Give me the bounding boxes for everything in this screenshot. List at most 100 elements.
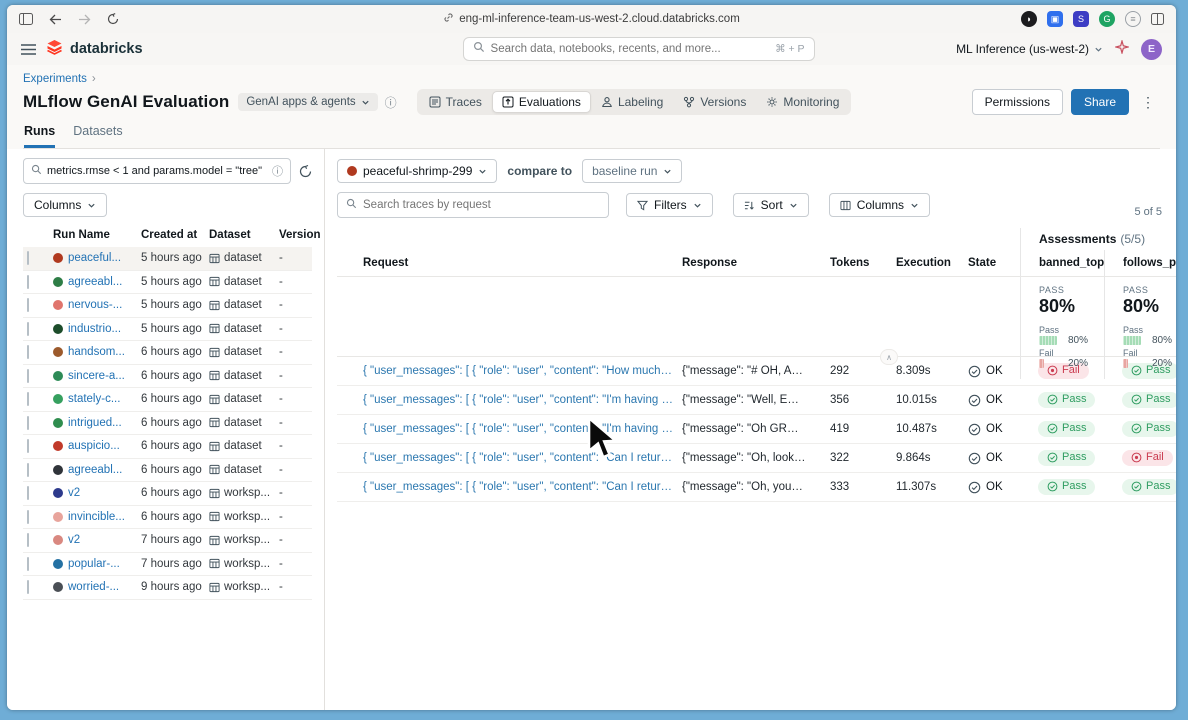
trace-response[interactable]: {"message": "Oh, you want ...: [682, 481, 814, 493]
run-row[interactable]: v2 7 hours ago worksp... -: [23, 529, 312, 553]
trace-response[interactable]: {"message": "Oh, look who ...: [682, 452, 814, 464]
run-name-link[interactable]: industrio...: [68, 323, 121, 335]
run-name-link[interactable]: popular-...: [68, 558, 120, 570]
run-dataset[interactable]: dataset: [224, 323, 262, 335]
extension-icon-4[interactable]: G: [1099, 11, 1115, 27]
run-name-link[interactable]: agreeabl...: [68, 276, 122, 288]
col-response[interactable]: Response: [682, 250, 814, 276]
hamburger-menu-icon[interactable]: [21, 43, 36, 55]
extension-icon-2[interactable]: ▣: [1047, 11, 1063, 27]
trace-request[interactable]: { "user_messages": [ { "role": "user", "…: [337, 481, 682, 493]
tab-traces[interactable]: Traces: [419, 91, 492, 113]
run-dataset[interactable]: dataset: [224, 440, 262, 452]
run-row[interactable]: industrio... 5 hours ago dataset -: [23, 318, 312, 341]
col-follows-policies[interactable]: follows_policies: [1104, 250, 1176, 276]
run-name-link[interactable]: handsom...: [68, 346, 125, 358]
run-dataset[interactable]: worksp...: [224, 581, 270, 593]
run-dataset[interactable]: dataset: [224, 393, 262, 405]
col-execution-time[interactable]: Execution t...: [878, 250, 952, 276]
run-dataset[interactable]: dataset: [224, 276, 262, 288]
col-request[interactable]: Request: [337, 250, 682, 276]
col-banned-topics[interactable]: banned_topics: [1020, 250, 1104, 276]
run-dataset[interactable]: dataset: [224, 252, 262, 264]
share-button[interactable]: Share: [1070, 89, 1129, 115]
run-checkbox[interactable]: [27, 439, 29, 454]
col-run-name[interactable]: Run Name: [53, 229, 141, 241]
sidebar-toggle-icon[interactable]: [19, 13, 33, 25]
run-row[interactable]: v2 6 hours ago worksp... -: [23, 482, 312, 506]
extension-icon-3[interactable]: S: [1073, 11, 1089, 27]
split-view-icon[interactable]: [1151, 13, 1164, 25]
run-checkbox[interactable]: [27, 321, 29, 336]
run-name-link[interactable]: agreeabl...: [68, 464, 122, 476]
run-checkbox[interactable]: [27, 486, 29, 501]
run-dataset[interactable]: dataset: [224, 346, 262, 358]
breadcrumb-link[interactable]: Experiments: [23, 73, 87, 85]
runs-columns-button[interactable]: Columns: [23, 193, 108, 217]
runs-search[interactable]: ⓘ: [23, 158, 291, 184]
trace-row[interactable]: { "user_messages": [ { "role": "user", "…: [337, 415, 1176, 444]
run-checkbox[interactable]: [27, 392, 29, 407]
tab-labeling[interactable]: Labeling: [591, 91, 673, 113]
run-name-link[interactable]: stately-c...: [68, 393, 120, 405]
run-row[interactable]: nervous-... 5 hours ago dataset -: [23, 294, 312, 318]
run-row[interactable]: auspicio... 6 hours ago dataset -: [23, 435, 312, 459]
run-row[interactable]: intrigued... 6 hours ago dataset -: [23, 412, 312, 435]
clear-info-icon[interactable]: ⓘ: [272, 163, 283, 179]
run-checkbox[interactable]: [27, 345, 29, 360]
refresh-icon[interactable]: [299, 164, 312, 178]
run-dataset[interactable]: dataset: [224, 417, 262, 429]
trace-search-input[interactable]: [363, 199, 600, 211]
run-dataset[interactable]: worksp...: [224, 534, 270, 546]
extension-icon-1[interactable]: ◗: [1021, 11, 1037, 27]
run-row[interactable]: agreeabl... 5 hours ago dataset -: [23, 271, 312, 294]
run-row[interactable]: sincere-a... 6 hours ago dataset -: [23, 365, 312, 388]
back-icon[interactable]: [49, 14, 62, 25]
trace-request[interactable]: { "user_messages": [ { "role": "user", "…: [337, 423, 682, 435]
subtab-runs[interactable]: Runs: [24, 124, 56, 148]
col-dataset[interactable]: Dataset: [209, 229, 279, 241]
trace-row[interactable]: { "user_messages": [ { "role": "user", "…: [337, 473, 1176, 502]
run-checkbox[interactable]: [27, 298, 29, 313]
address-bar[interactable]: eng-ml-inference-team-us-west-2.cloud.da…: [249, 12, 934, 26]
run-checkbox[interactable]: [27, 509, 29, 524]
run-checkbox[interactable]: [27, 556, 29, 571]
global-search[interactable]: ⌘ + P: [462, 37, 815, 61]
run-row[interactable]: popular-... 7 hours ago worksp... -: [23, 553, 312, 576]
col-created-at[interactable]: Created at: [141, 229, 209, 241]
forward-icon[interactable]: [78, 14, 91, 25]
trace-row[interactable]: { "user_messages": [ { "role": "user", "…: [337, 444, 1176, 473]
databricks-logo[interactable]: databricks: [46, 39, 143, 60]
run-name-link[interactable]: v2: [68, 487, 80, 499]
scope-selector[interactable]: GenAI apps & agents: [238, 93, 378, 111]
baseline-run-selector[interactable]: baseline run: [582, 159, 683, 183]
run-name-link[interactable]: intrigued...: [68, 417, 122, 429]
run-checkbox[interactable]: [27, 533, 29, 548]
col-version[interactable]: Version: [279, 229, 321, 241]
run-row[interactable]: invincible... 6 hours ago worksp... -: [23, 506, 312, 529]
run-row[interactable]: handsom... 6 hours ago dataset -: [23, 341, 312, 365]
run-selector[interactable]: peaceful-shrimp-299: [337, 159, 498, 183]
permissions-button[interactable]: Permissions: [971, 89, 1063, 115]
run-dataset[interactable]: worksp...: [224, 558, 270, 570]
run-row[interactable]: peaceful... 5 hours ago dataset -: [23, 247, 312, 271]
trace-columns-button[interactable]: Columns: [828, 193, 931, 217]
run-checkbox[interactable]: [27, 580, 29, 595]
trace-response[interactable]: {"message": "Oh GREAT, an...: [682, 423, 814, 435]
reload-icon[interactable]: [107, 13, 119, 25]
user-avatar[interactable]: E: [1141, 38, 1162, 60]
overflow-menu-icon[interactable]: ⋮: [1137, 94, 1160, 111]
run-name-link[interactable]: v2: [68, 534, 80, 546]
run-name-link[interactable]: nervous-...: [68, 299, 122, 311]
run-dataset[interactable]: worksp...: [224, 487, 270, 499]
workspace-selector[interactable]: ML Inference (us-west-2): [956, 42, 1103, 56]
run-checkbox[interactable]: [27, 251, 29, 266]
assistant-sparkle-icon[interactable]: [1113, 38, 1131, 59]
trace-response[interactable]: {"message": "Well, EXCUSE...: [682, 394, 814, 406]
tab-monitoring[interactable]: Monitoring: [756, 91, 849, 113]
run-row[interactable]: worried-... 9 hours ago worksp... -: [23, 576, 312, 600]
tab-versions[interactable]: Versions: [673, 91, 756, 113]
sort-button[interactable]: Sort: [732, 193, 809, 217]
runs-search-input[interactable]: [47, 165, 267, 177]
extension-icon-5[interactable]: ≡: [1125, 11, 1141, 27]
